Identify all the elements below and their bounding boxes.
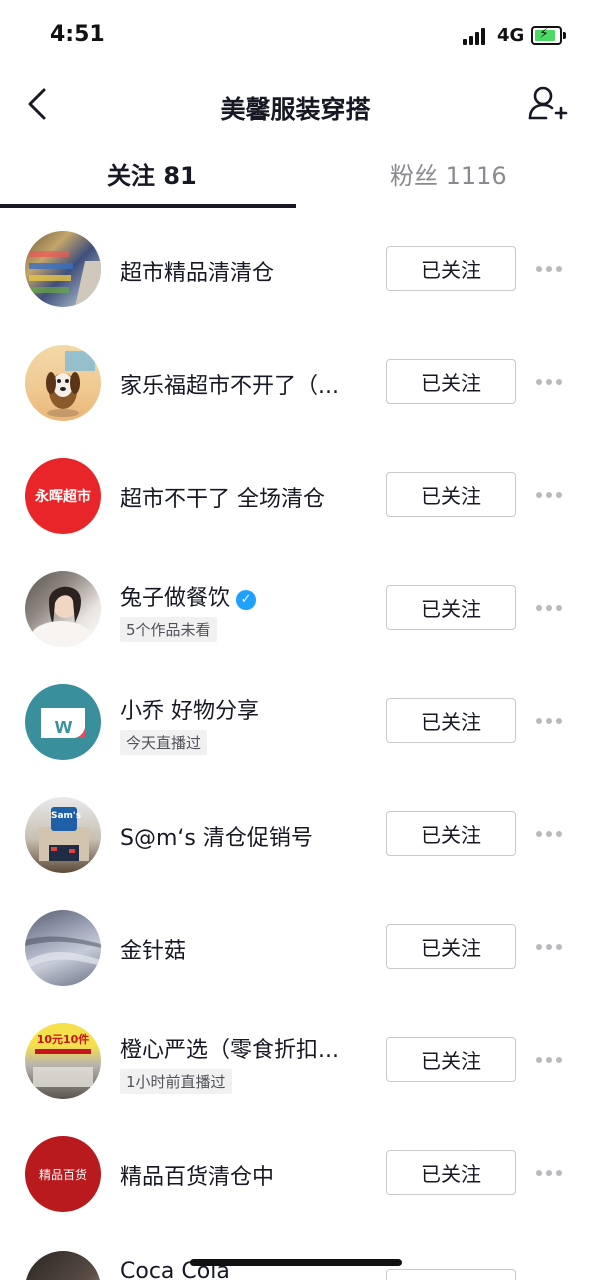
tab-following[interactable]: 关注 81 bbox=[107, 156, 197, 191]
more-icon[interactable] bbox=[536, 487, 564, 503]
list-item[interactable]: 兔子做餐饮 ✓ 5个作品未看 已关注 bbox=[0, 551, 591, 664]
followed-button[interactable]: 已关注 bbox=[386, 924, 516, 969]
user-name: S@m‘s 清仓促销号 bbox=[120, 826, 313, 851]
followed-button[interactable] bbox=[386, 1269, 516, 1280]
more-icon[interactable] bbox=[536, 713, 564, 729]
followed-button[interactable]: 已关注 bbox=[386, 698, 516, 743]
avatar[interactable]: 精品百货 bbox=[25, 1136, 101, 1212]
list-item[interactable]: Coca Cola bbox=[0, 1229, 591, 1280]
followed-button[interactable]: 已关注 bbox=[386, 585, 516, 630]
add-user-icon bbox=[528, 86, 568, 120]
tab-bar: 关注 81 粉丝 1116 bbox=[0, 140, 591, 210]
page-title: 美馨服装穿搭 bbox=[220, 95, 371, 124]
battery-icon: ⚡ bbox=[531, 26, 562, 45]
avatar-logo-text: 精品百货 bbox=[38, 1167, 87, 1182]
network-type: 4G bbox=[497, 25, 525, 46]
more-icon[interactable] bbox=[536, 600, 564, 616]
user-name: 小乔 好物分享 bbox=[120, 699, 259, 724]
tab-active-indicator bbox=[0, 204, 296, 208]
tab-fans[interactable]: 粉丝 1116 bbox=[390, 156, 507, 191]
avatar-logo-text: 永晖超市 bbox=[35, 489, 91, 505]
followed-button[interactable]: 已关注 bbox=[386, 1150, 516, 1195]
header: 美馨服装穿搭 bbox=[0, 70, 591, 140]
followed-button[interactable]: 已关注 bbox=[386, 811, 516, 856]
more-icon[interactable] bbox=[536, 374, 564, 390]
avatar[interactable] bbox=[25, 231, 101, 307]
list-item[interactable]: 超市精品清清仓 已关注 bbox=[0, 212, 591, 325]
home-indicator[interactable] bbox=[190, 1259, 402, 1266]
user-name: 精品百货清仓中 bbox=[120, 1165, 275, 1190]
signal-icon bbox=[463, 28, 489, 45]
list-item[interactable]: 精品百货 精品百货清仓中 已关注 bbox=[0, 1116, 591, 1229]
user-name: 金针菇 bbox=[120, 939, 187, 964]
user-name: 超市精品清清仓 bbox=[120, 261, 275, 286]
avatar[interactable] bbox=[25, 1251, 101, 1280]
list-item[interactable]: 家乐福超市不开了（... 已关注 bbox=[0, 325, 591, 438]
list-item[interactable]: 永晖超市 超市不干了 全场清仓 已关注 bbox=[0, 438, 591, 551]
avatar[interactable]: Sam's bbox=[25, 797, 101, 873]
status-tag: 今天直播过 bbox=[120, 730, 208, 755]
avatar[interactable] bbox=[25, 345, 101, 421]
followed-button[interactable]: 已关注 bbox=[386, 1037, 516, 1082]
followed-button[interactable]: 已关注 bbox=[386, 472, 516, 517]
list-item[interactable]: w 小乔 好物分享 今天直播过 已关注 bbox=[0, 664, 591, 777]
more-icon[interactable] bbox=[536, 1052, 564, 1068]
avatar[interactable] bbox=[25, 910, 101, 986]
status-bar: 4:51 4G ⚡ bbox=[0, 0, 591, 70]
user-name: 家乐福超市不开了（... bbox=[120, 374, 339, 399]
followed-button[interactable]: 已关注 bbox=[386, 359, 516, 404]
verified-badge-icon: ✓ bbox=[236, 590, 257, 610]
more-icon[interactable] bbox=[536, 1165, 564, 1181]
followed-button[interactable]: 已关注 bbox=[386, 246, 516, 291]
list-item[interactable]: Sam's S@m‘s 清仓促销号 已关注 bbox=[0, 777, 591, 890]
battery-tip bbox=[563, 32, 566, 39]
status-time: 4:51 bbox=[50, 22, 105, 47]
avatar-logo-text: Sam's bbox=[51, 811, 82, 821]
avatar[interactable] bbox=[25, 571, 101, 647]
status-tag: 5个作品未看 bbox=[120, 617, 217, 642]
more-icon[interactable] bbox=[536, 261, 564, 277]
add-user-button[interactable] bbox=[526, 84, 570, 124]
list-item[interactable]: 金针菇 已关注 bbox=[0, 890, 591, 1003]
svg-text:w: w bbox=[54, 713, 73, 738]
more-icon[interactable] bbox=[536, 826, 564, 842]
status-tag: 1小时前直播过 bbox=[120, 1069, 232, 1094]
avatar[interactable]: 永晖超市 bbox=[25, 458, 101, 534]
avatar[interactable]: 10元10件 bbox=[25, 1023, 101, 1099]
list-item[interactable]: 10元10件 橙心严选（零食折扣... 1小时前直播过 已关注 bbox=[0, 1003, 591, 1116]
user-name: 橙心严选（零食折扣... bbox=[120, 1038, 339, 1063]
user-name: 兔子做餐饮 ✓ bbox=[120, 580, 257, 612]
user-name: 超市不干了 全场清仓 bbox=[120, 487, 325, 512]
avatar[interactable]: w bbox=[25, 684, 101, 760]
more-icon[interactable] bbox=[536, 939, 564, 955]
